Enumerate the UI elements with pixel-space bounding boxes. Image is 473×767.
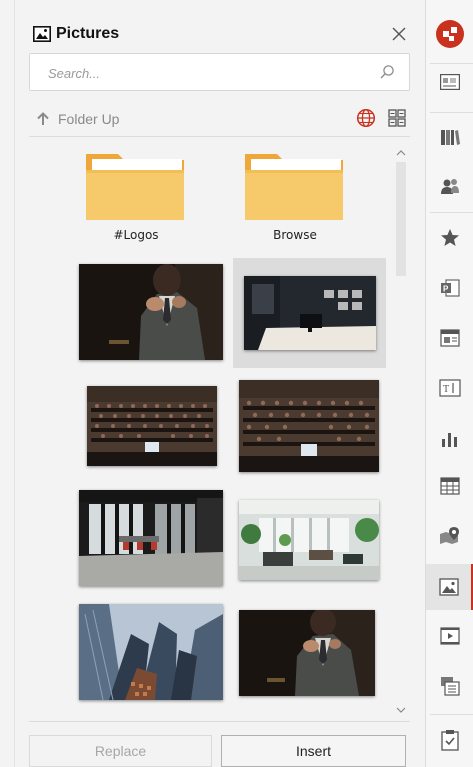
sidebar-divider bbox=[430, 212, 473, 213]
map-pin-icon bbox=[440, 527, 459, 544]
photo-man-tie bbox=[239, 610, 375, 696]
folder-label: Browse bbox=[273, 228, 317, 242]
sidebar-item-pictures[interactable] bbox=[426, 564, 473, 610]
divider bbox=[29, 721, 410, 722]
bar-chart-icon bbox=[442, 433, 457, 447]
sidebar-item-table[interactable] bbox=[426, 466, 473, 506]
divider bbox=[29, 136, 410, 137]
picture-icon bbox=[33, 26, 51, 42]
picture-gallery: #Logos Browse bbox=[29, 140, 410, 717]
panel-header: Pictures bbox=[33, 20, 119, 48]
video-icon bbox=[440, 627, 460, 645]
image-thumbnail-lecture-hall[interactable] bbox=[81, 380, 221, 470]
globe-icon[interactable] bbox=[356, 108, 376, 128]
photo-modern-office bbox=[79, 490, 223, 586]
folder-logos[interactable]: #Logos bbox=[81, 150, 191, 250]
chevron-up-icon[interactable] bbox=[394, 146, 408, 160]
slides-icon bbox=[441, 677, 460, 696]
table-icon bbox=[440, 477, 460, 495]
search-input[interactable] bbox=[46, 62, 370, 84]
sidebar-item-map[interactable] bbox=[426, 516, 473, 556]
clipboard-check-icon bbox=[441, 730, 459, 751]
image-thumbnail-dark-office[interactable] bbox=[233, 258, 386, 368]
panel-title: Pictures bbox=[56, 25, 120, 42]
photo-dark-office bbox=[244, 276, 376, 350]
svg-text:T: T bbox=[443, 384, 449, 395]
folder-icon bbox=[245, 154, 343, 220]
sidebar-item-chart[interactable] bbox=[426, 418, 473, 458]
library-icon bbox=[441, 130, 460, 145]
close-button[interactable] bbox=[387, 22, 411, 46]
sidebar-item-powerpoint[interactable]: P bbox=[426, 268, 473, 308]
photo-bright-office bbox=[239, 500, 379, 580]
image-thumbnail-man-tie[interactable] bbox=[67, 260, 223, 366]
grid-view-icon[interactable] bbox=[388, 109, 406, 127]
layout-icon bbox=[440, 329, 460, 347]
photo-lecture-hall bbox=[87, 386, 217, 466]
sidebar-item-video[interactable] bbox=[426, 616, 473, 656]
chevron-down-icon[interactable] bbox=[394, 703, 408, 717]
sidebar-divider bbox=[430, 112, 473, 113]
sidebar-item-people[interactable] bbox=[426, 166, 473, 206]
photo-skyscrapers bbox=[79, 604, 223, 700]
image-thumbnail-man-tie[interactable] bbox=[233, 606, 387, 700]
sidebar-item-text-box[interactable]: T bbox=[426, 368, 473, 408]
gallery-scrollbar[interactable] bbox=[394, 146, 408, 717]
svg-text:P: P bbox=[443, 285, 449, 294]
arrow-up-icon bbox=[37, 112, 49, 125]
photo-man-tie bbox=[79, 264, 223, 360]
scrollbar-thumb[interactable] bbox=[396, 162, 406, 276]
search-field bbox=[29, 53, 410, 91]
text-box-icon: T bbox=[439, 379, 461, 397]
logo-icon bbox=[436, 20, 464, 48]
close-icon bbox=[392, 27, 406, 41]
folder-browse[interactable]: Browse bbox=[240, 150, 350, 250]
folder-icon bbox=[86, 154, 184, 220]
folder-up-button[interactable]: Folder Up bbox=[37, 108, 119, 130]
insert-button[interactable]: Insert bbox=[221, 735, 406, 767]
sidebar-item-favorites[interactable] bbox=[426, 218, 473, 258]
image-thumbnail-lecture-hall[interactable] bbox=[235, 376, 385, 474]
search-icon[interactable] bbox=[379, 64, 395, 80]
sidebar-item-layout[interactable] bbox=[426, 318, 473, 358]
photo-lecture-hall bbox=[239, 380, 379, 472]
sidebar-item-logo[interactable] bbox=[426, 14, 473, 54]
folder-up-label: Folder Up bbox=[58, 111, 120, 127]
sidebar-item-checklist[interactable] bbox=[426, 720, 473, 760]
tool-sidebar: P T bbox=[425, 0, 473, 767]
picture-icon bbox=[438, 578, 459, 596]
image-thumbnail-bright-office[interactable] bbox=[233, 496, 387, 582]
pictures-panel: Pictures Folder Up bbox=[14, 0, 425, 767]
sidebar-item-slides[interactable] bbox=[426, 666, 473, 706]
image-thumbnail-skyscrapers[interactable] bbox=[67, 600, 223, 704]
text-styles-icon bbox=[440, 74, 460, 90]
folder-label: #Logos bbox=[113, 228, 159, 242]
star-icon bbox=[441, 229, 459, 246]
people-icon bbox=[441, 179, 459, 194]
replace-button[interactable]: Replace bbox=[29, 735, 212, 767]
sidebar-item-library[interactable] bbox=[426, 117, 473, 157]
image-thumbnail-modern-office[interactable] bbox=[67, 486, 223, 590]
powerpoint-icon: P bbox=[441, 279, 460, 297]
sidebar-divider bbox=[430, 714, 473, 715]
sidebar-item-text-styles[interactable] bbox=[426, 62, 473, 102]
